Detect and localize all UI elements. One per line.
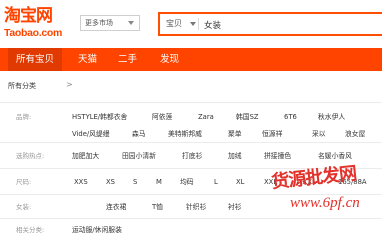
category-nav: 所有宝贝 天猫 二手 发现 (0, 48, 382, 71)
size-option[interactable]: M (156, 177, 162, 187)
hot-option[interactable]: 加肥加大 (72, 151, 99, 161)
logo-domain: Taobao.com (4, 27, 63, 39)
filter-label-brand: 品牌: (16, 113, 32, 121)
women-option[interactable]: 针织衫 (186, 202, 206, 212)
filter-label-related: 相关分类: (16, 226, 45, 234)
site-header: 淘宝网 Taobao.com 更多市场 宝贝 (0, 0, 382, 48)
size-option[interactable]: 均码 (180, 177, 194, 187)
brand-option[interactable]: 聚单 (228, 129, 242, 139)
tab-second-hand[interactable]: 二手 (118, 48, 137, 71)
brand-option[interactable]: 浪女屋 (345, 129, 365, 139)
brand-option[interactable]: 采以 (312, 129, 326, 139)
women-option[interactable]: T恤 (152, 202, 163, 212)
women-option[interactable]: 衬衫 (228, 202, 242, 212)
filter-label-women: 女装: (16, 203, 32, 211)
hot-option[interactable]: 打底衫 (182, 151, 202, 161)
size-option[interactable]: S (133, 177, 137, 187)
filter-row-brand: 品牌: HSTYLE/韩都衣舍 阿依莲 Zara 韩国SZ 6T6 秋水伊人 V… (0, 102, 382, 142)
chevron-down-icon (128, 21, 134, 25)
related-option[interactable]: 运动服/休闲服装 (72, 225, 122, 235)
brand-option[interactable]: 韩国SZ (236, 112, 259, 122)
brand-option[interactable]: 秋水伊人 (318, 112, 345, 122)
breadcrumb-all-categories[interactable]: 所有分类 (8, 81, 36, 91)
hot-option[interactable]: 加绒 (228, 151, 242, 161)
brand-option[interactable]: 恒源祥 (262, 129, 282, 139)
market-dropdown-label: 更多市场 (85, 19, 113, 27)
search-input[interactable] (204, 18, 374, 31)
brand-option[interactable]: Zara (198, 112, 214, 122)
size-option[interactable]: XL (236, 177, 244, 187)
brand-option[interactable]: 美特斯邦威 (168, 129, 202, 139)
brand-option[interactable]: 6T6 (284, 112, 297, 122)
watermark-url: www.6pf.cn (290, 195, 360, 211)
search-divider (198, 18, 199, 30)
filter-label-size: 尺码: (16, 178, 32, 186)
brand-option[interactable]: 森马 (132, 129, 146, 139)
taobao-logo[interactable]: 淘宝网 Taobao.com (4, 6, 68, 40)
size-option[interactable]: XS (106, 177, 115, 187)
logo-text: 淘宝网 (4, 6, 53, 26)
tab-discover[interactable]: 发现 (160, 48, 179, 71)
filter-label-hot: 选购热点: (16, 152, 45, 160)
tab-tmall[interactable]: 天猫 (78, 48, 97, 71)
chevron-right-icon: > (66, 80, 73, 89)
women-option[interactable]: 连衣裙 (106, 202, 126, 212)
tab-all-items[interactable]: 所有宝贝 (8, 48, 63, 71)
size-option[interactable]: L (214, 177, 218, 187)
brand-option[interactable]: HSTYLE/韩都衣舍 (72, 112, 127, 122)
hot-option[interactable]: 田园小清新 (122, 151, 156, 161)
hot-option[interactable]: 拼接撞色 (264, 151, 291, 161)
market-dropdown[interactable]: 更多市场 (80, 15, 140, 31)
scope-chevron-down-icon[interactable] (190, 22, 196, 26)
brand-option[interactable]: 阿依莲 (152, 112, 172, 122)
size-option[interactable]: XXS (74, 177, 88, 187)
watermark-overlay: 货源批发网 www.6pf.cn (268, 163, 382, 241)
search-scope-select[interactable]: 宝贝 (166, 18, 182, 30)
brand-option[interactable]: Vide/风缇缦 (72, 129, 110, 139)
search-bar: 宝贝 (158, 12, 382, 36)
